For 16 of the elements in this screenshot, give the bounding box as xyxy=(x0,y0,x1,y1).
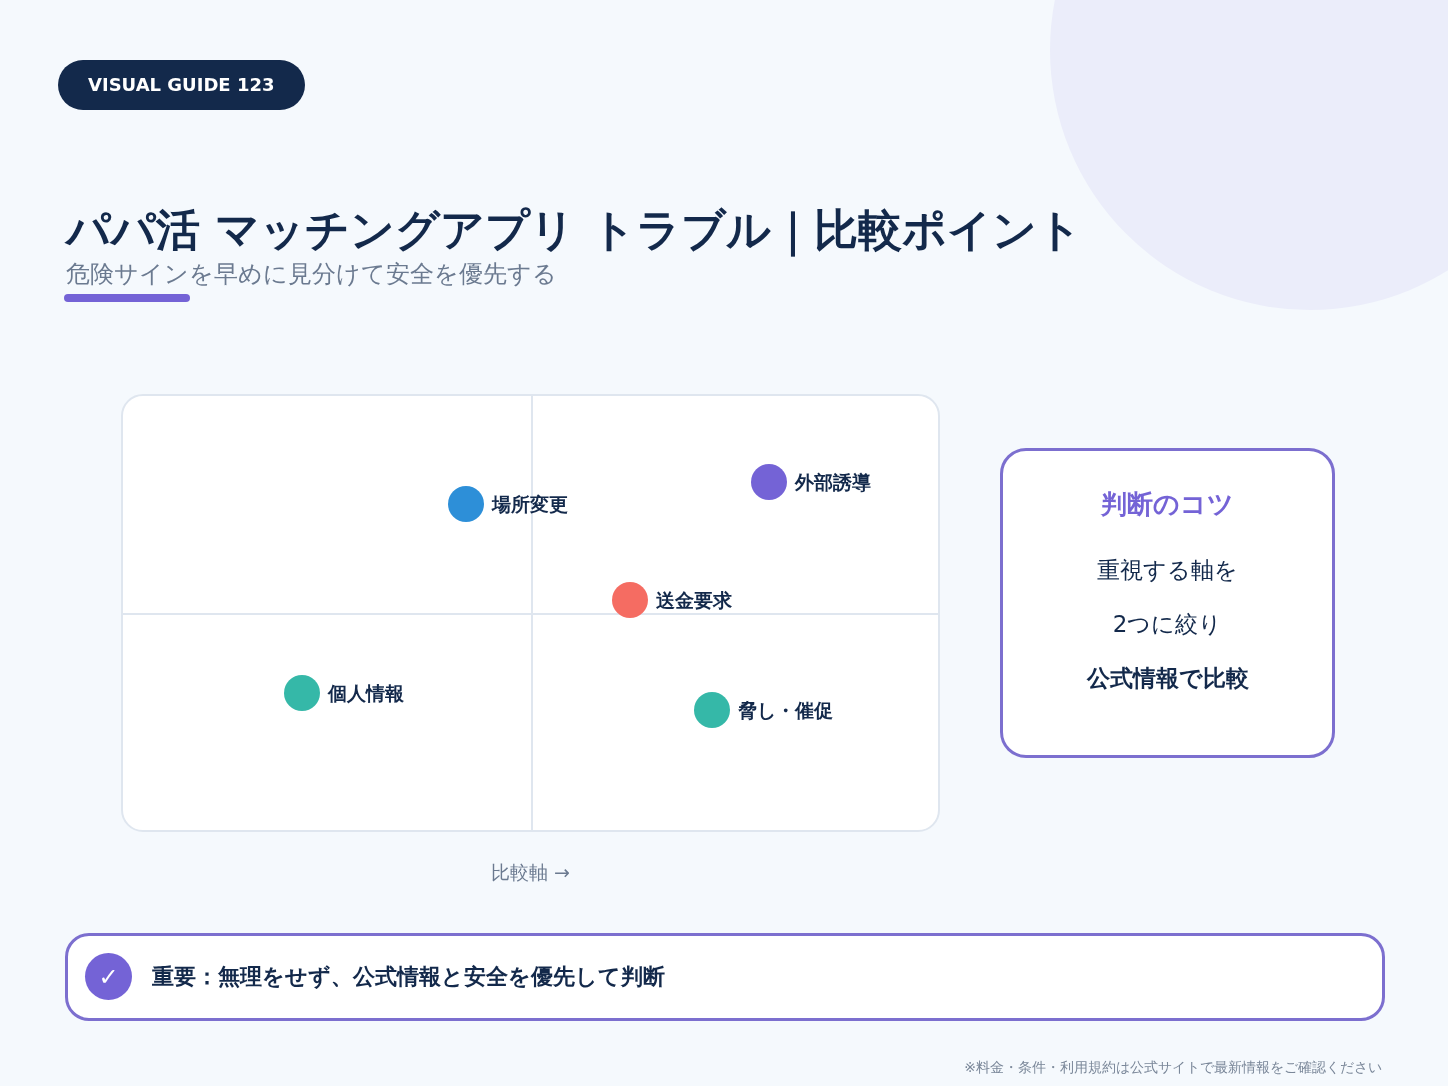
footnote: ※料金・条件・利用規約は公式サイトで最新情報をご確認ください xyxy=(963,1057,1382,1077)
tip-text: 重視する軸を xyxy=(1096,556,1239,585)
tip-text: 公式情報で比較 xyxy=(1085,664,1250,693)
point-label: 場所変更 xyxy=(492,491,568,517)
tip-text: 2つに絞り xyxy=(1111,610,1224,639)
subtitle: 危険サインを早めに見分けて安全を優先する xyxy=(66,259,558,290)
point-label: 送金要求 xyxy=(656,587,732,613)
page-title: パパ活 マッチングアプリ トラブル｜比較ポイント xyxy=(66,203,1083,258)
axis-label: 比較軸 → xyxy=(490,860,571,885)
tips-title: 判断のコツ xyxy=(1100,488,1235,521)
point-label: 脅し・催促 xyxy=(738,697,833,723)
point-label: 外部誘導 xyxy=(795,469,871,495)
point-label: 個人情報 xyxy=(328,680,404,706)
guide-badge: VISUAL GUIDE 123 xyxy=(58,60,305,110)
check-icon: ✓ xyxy=(85,953,132,1000)
notice-text: 重要：無理をせず、公式情報と安全を優先して判断 xyxy=(152,963,665,991)
